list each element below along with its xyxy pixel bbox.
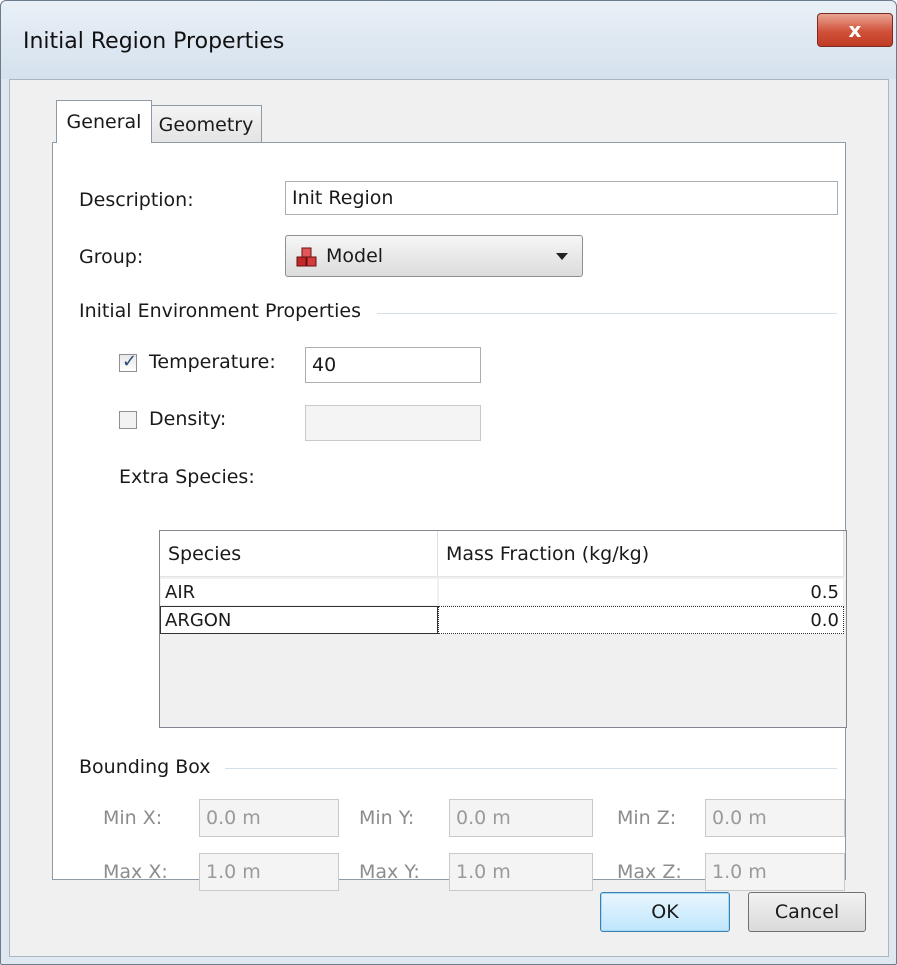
temperature-checkbox[interactable]: ✓ (119, 351, 138, 372)
density-input[interactable] (305, 405, 481, 441)
description-label: Description: (79, 189, 194, 211)
model-blocks-icon (296, 246, 318, 273)
tab-panel-general: Description: Group: Model Initial Enviro… (52, 142, 847, 891)
close-button[interactable]: x (817, 13, 893, 47)
density-checkbox[interactable] (119, 411, 137, 429)
min-z-label: Min Z: (617, 807, 677, 829)
max-x-input[interactable] (199, 853, 339, 891)
max-y-input[interactable] (449, 853, 593, 891)
column-header-mass-fraction[interactable]: Mass Fraction (kg/kg) (438, 531, 844, 577)
dialog-window: Initial Region Properties x General Geom… (0, 0, 897, 965)
tab-general-label: General (66, 111, 142, 133)
initial-env-section-label: Initial Environment Properties (79, 300, 361, 322)
tab-general[interactable]: General (56, 100, 152, 143)
mass-fraction-value: 0.5 (810, 581, 839, 603)
cancel-button-label: Cancel (774, 901, 840, 923)
column-header-species-label: Species (168, 542, 242, 565)
species-table[interactable]: Species Mass Fraction (kg/kg) AIR 0.5 AR… (159, 530, 847, 728)
min-y-label: Min Y: (359, 807, 415, 829)
temperature-label: Temperature: (149, 351, 276, 373)
table-row-fraction-cell[interactable]: 0.5 (438, 578, 844, 606)
max-y-label: Max Y: (359, 861, 420, 883)
min-z-input[interactable] (705, 799, 845, 837)
max-z-input[interactable] (705, 853, 845, 891)
dialog-client-area: General Geometry Description: Group: Mod… (9, 79, 889, 957)
min-y-input[interactable] (449, 799, 593, 837)
checkmark-icon: ✓ (122, 351, 138, 372)
title-bar[interactable]: Initial Region Properties x (1, 1, 896, 79)
column-header-mass-fraction-label: Mass Fraction (kg/kg) (446, 542, 650, 565)
density-label: Density: (149, 408, 227, 430)
close-icon: x (848, 18, 862, 42)
table-row-fraction-cell[interactable]: 0.0 (438, 606, 844, 634)
table-row-species-cell[interactable]: AIR (160, 578, 438, 606)
max-x-label: Max X: (103, 861, 168, 883)
max-z-label: Max Z: (617, 861, 682, 883)
min-x-input[interactable] (199, 799, 339, 837)
bounding-box-section-label: Bounding Box (79, 756, 211, 778)
extra-species-label: Extra Species: (119, 466, 255, 488)
tab-geometry[interactable]: Geometry (150, 105, 262, 144)
column-header-species[interactable]: Species (160, 531, 438, 577)
chevron-down-icon (556, 253, 568, 260)
mass-fraction-value: 0.0 (810, 609, 839, 631)
species-name: ARGON (165, 609, 232, 631)
temperature-input[interactable] (305, 347, 481, 383)
section-divider (377, 313, 837, 314)
section-divider (225, 768, 837, 769)
description-input[interactable] (285, 181, 838, 215)
species-name: AIR (165, 581, 196, 603)
min-x-label: Min X: (103, 807, 163, 829)
ok-button[interactable]: OK (600, 892, 730, 932)
table-row-species-cell[interactable]: ARGON (160, 606, 438, 634)
group-selected-value: Model (326, 245, 384, 267)
group-dropdown[interactable]: Model (285, 235, 583, 277)
cancel-button[interactable]: Cancel (748, 892, 866, 932)
tab-geometry-label: Geometry (158, 114, 254, 136)
group-label: Group: (79, 246, 144, 268)
window-title: Initial Region Properties (23, 29, 285, 54)
ok-button-label: OK (651, 901, 679, 923)
